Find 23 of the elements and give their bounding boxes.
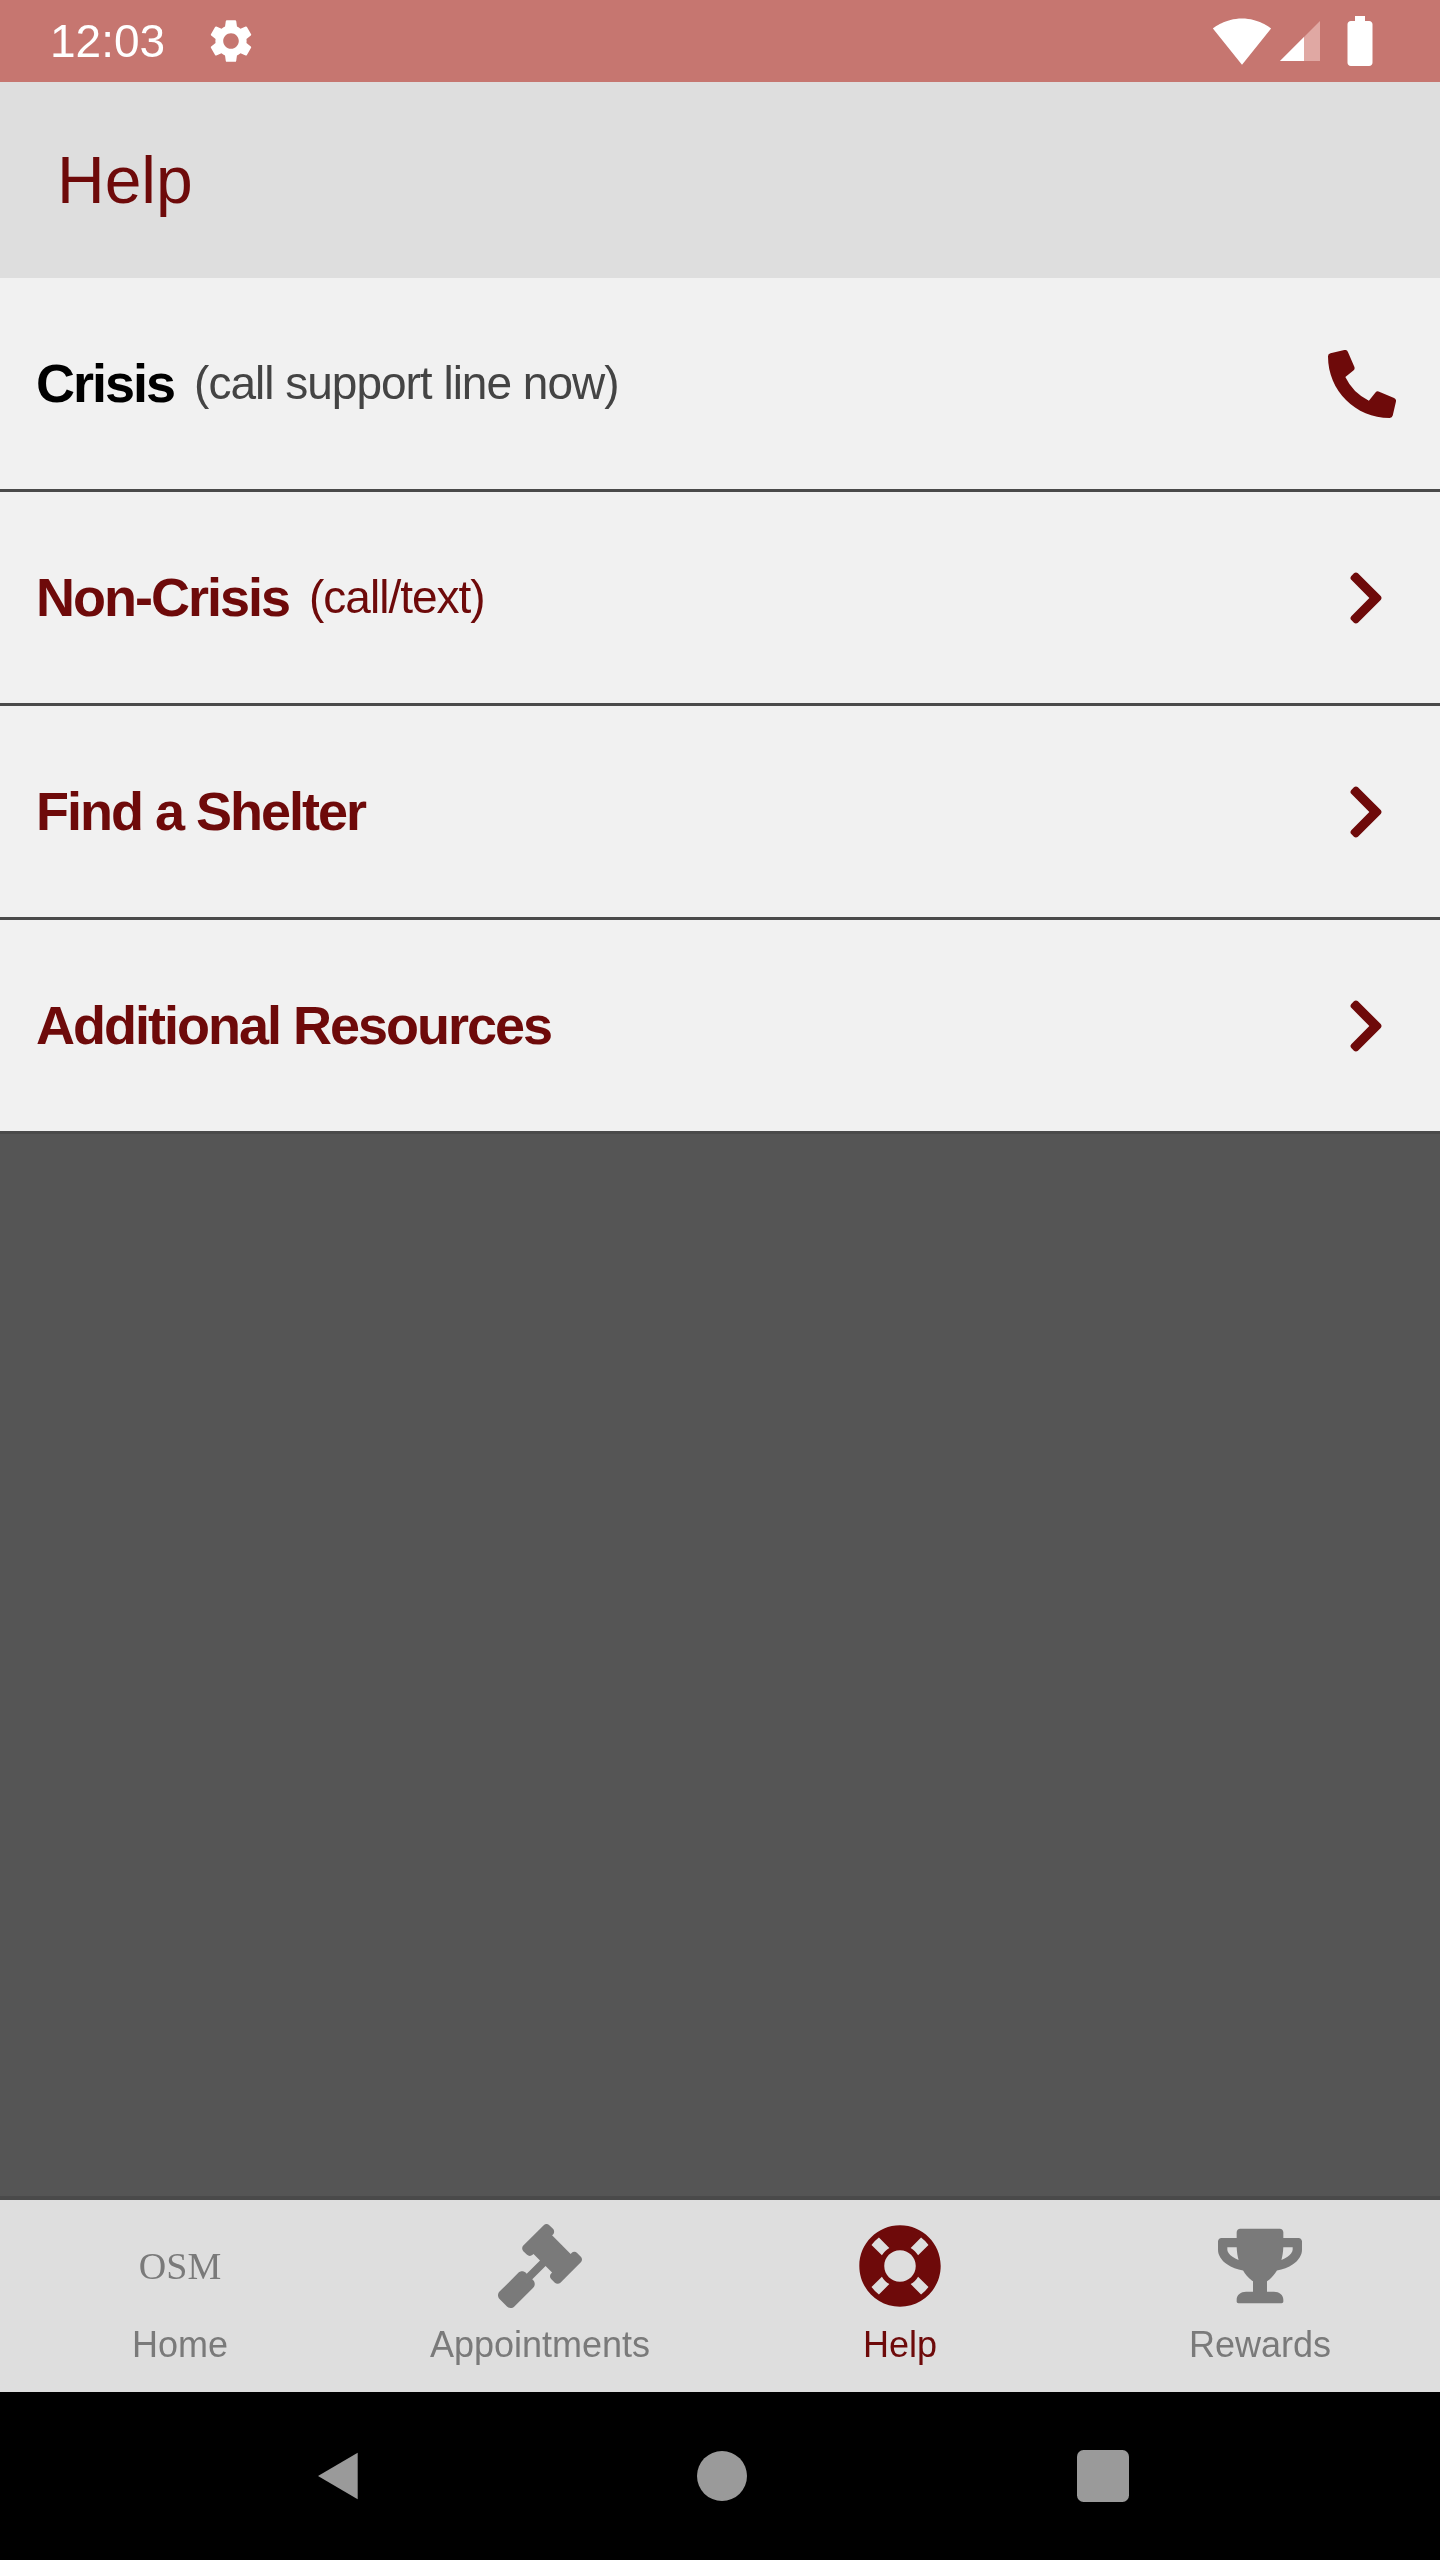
lifebuoy-icon <box>858 2224 942 2308</box>
page-title: Help <box>57 141 193 219</box>
item-title: Crisis <box>36 352 175 415</box>
help-list-item[interactable]: Crisis (call support line now) <box>0 278 1440 492</box>
help-list-item[interactable]: Non-Crisis (call/text) <box>0 492 1440 706</box>
help-list-item[interactable]: Additional Resources <box>0 920 1440 1134</box>
item-title: Non-Crisis <box>36 566 290 629</box>
help-list-item[interactable]: Find a Shelter <box>0 706 1440 920</box>
item-title: Find a Shelter <box>36 780 366 843</box>
recents-square-icon <box>1077 2450 1129 2502</box>
item-subtitle: (call/text) <box>309 570 485 625</box>
phone-icon <box>1328 349 1396 418</box>
nav-tab[interactable]: Help <box>720 2200 1080 2392</box>
nav-label: Help <box>862 2323 937 2367</box>
nav-label: Home <box>132 2323 228 2367</box>
nav-label: Appointments <box>429 2323 651 2367</box>
item-subtitle: (call support line now) <box>194 356 619 411</box>
nav-label: Rewards <box>1188 2323 1332 2367</box>
home-circle-icon <box>697 2451 747 2501</box>
osm-logo: OSM <box>138 2247 222 2285</box>
gavel-icon <box>498 2224 582 2308</box>
status-time: 12:03 <box>50 13 166 69</box>
item-title: Additional Resources <box>36 994 552 1057</box>
